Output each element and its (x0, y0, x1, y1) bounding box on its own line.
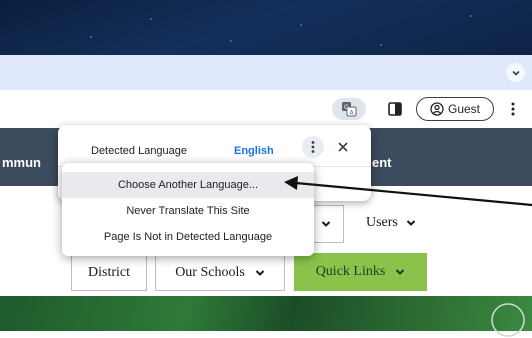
chevron-down-icon (396, 269, 405, 275)
circle-button-partial[interactable] (490, 302, 526, 338)
translate-options-button[interactable] (302, 136, 324, 158)
users-dropdown[interactable]: Users (366, 215, 416, 231)
chevron-down-icon (406, 220, 416, 226)
nav-item-partial-right[interactable]: ent (372, 155, 392, 170)
our-schools-dropdown[interactable]: Our Schools (155, 255, 285, 291)
translate-button[interactable]: G A (332, 98, 366, 120)
menu-item-label: Choose Another Language... (117, 179, 259, 191)
our-schools-label: Our Schools (175, 265, 245, 280)
hero-banner (0, 296, 532, 337)
chevron-down-icon (321, 221, 331, 227)
menu-item-never-translate[interactable]: Never Translate This Site (62, 198, 314, 224)
kebab-menu-icon (311, 141, 315, 153)
svg-text:G: G (344, 104, 349, 111)
tab-english[interactable]: English (234, 145, 274, 157)
tab-strip (0, 55, 532, 90)
quick-links-dropdown[interactable]: Quick Links (294, 253, 427, 291)
profile-button[interactable]: Guest (416, 97, 494, 121)
kebab-menu-icon[interactable] (505, 101, 521, 117)
chevron-down-icon (511, 70, 520, 76)
menu-item-label: Never Translate This Site (126, 205, 250, 217)
quick-links-label: Quick Links (315, 264, 386, 279)
browser-titlebar (0, 0, 532, 55)
district-button[interactable]: District (71, 255, 147, 291)
tab-detected-language[interactable]: Detected Language (91, 145, 187, 157)
menu-item-choose-language[interactable]: Choose Another Language... (62, 172, 314, 198)
profile-label: Guest (447, 102, 480, 116)
nav-item-community[interactable]: mmun (2, 155, 41, 170)
translate-icon: G A (342, 102, 357, 117)
side-panel-icon[interactable] (388, 102, 402, 116)
menu-item-not-detected-language[interactable]: Page Is Not in Detected Language (62, 224, 314, 250)
menu-item-label: Page Is Not in Detected Language (103, 231, 273, 243)
close-icon[interactable] (336, 140, 350, 154)
chevron-down-icon (255, 270, 265, 276)
account-circle-icon (430, 102, 444, 116)
district-label: District (88, 265, 130, 280)
users-label: Users (366, 215, 398, 230)
translate-options-menu: Choose Another Language... Never Transla… (62, 163, 314, 256)
tab-search-button[interactable] (506, 63, 525, 82)
